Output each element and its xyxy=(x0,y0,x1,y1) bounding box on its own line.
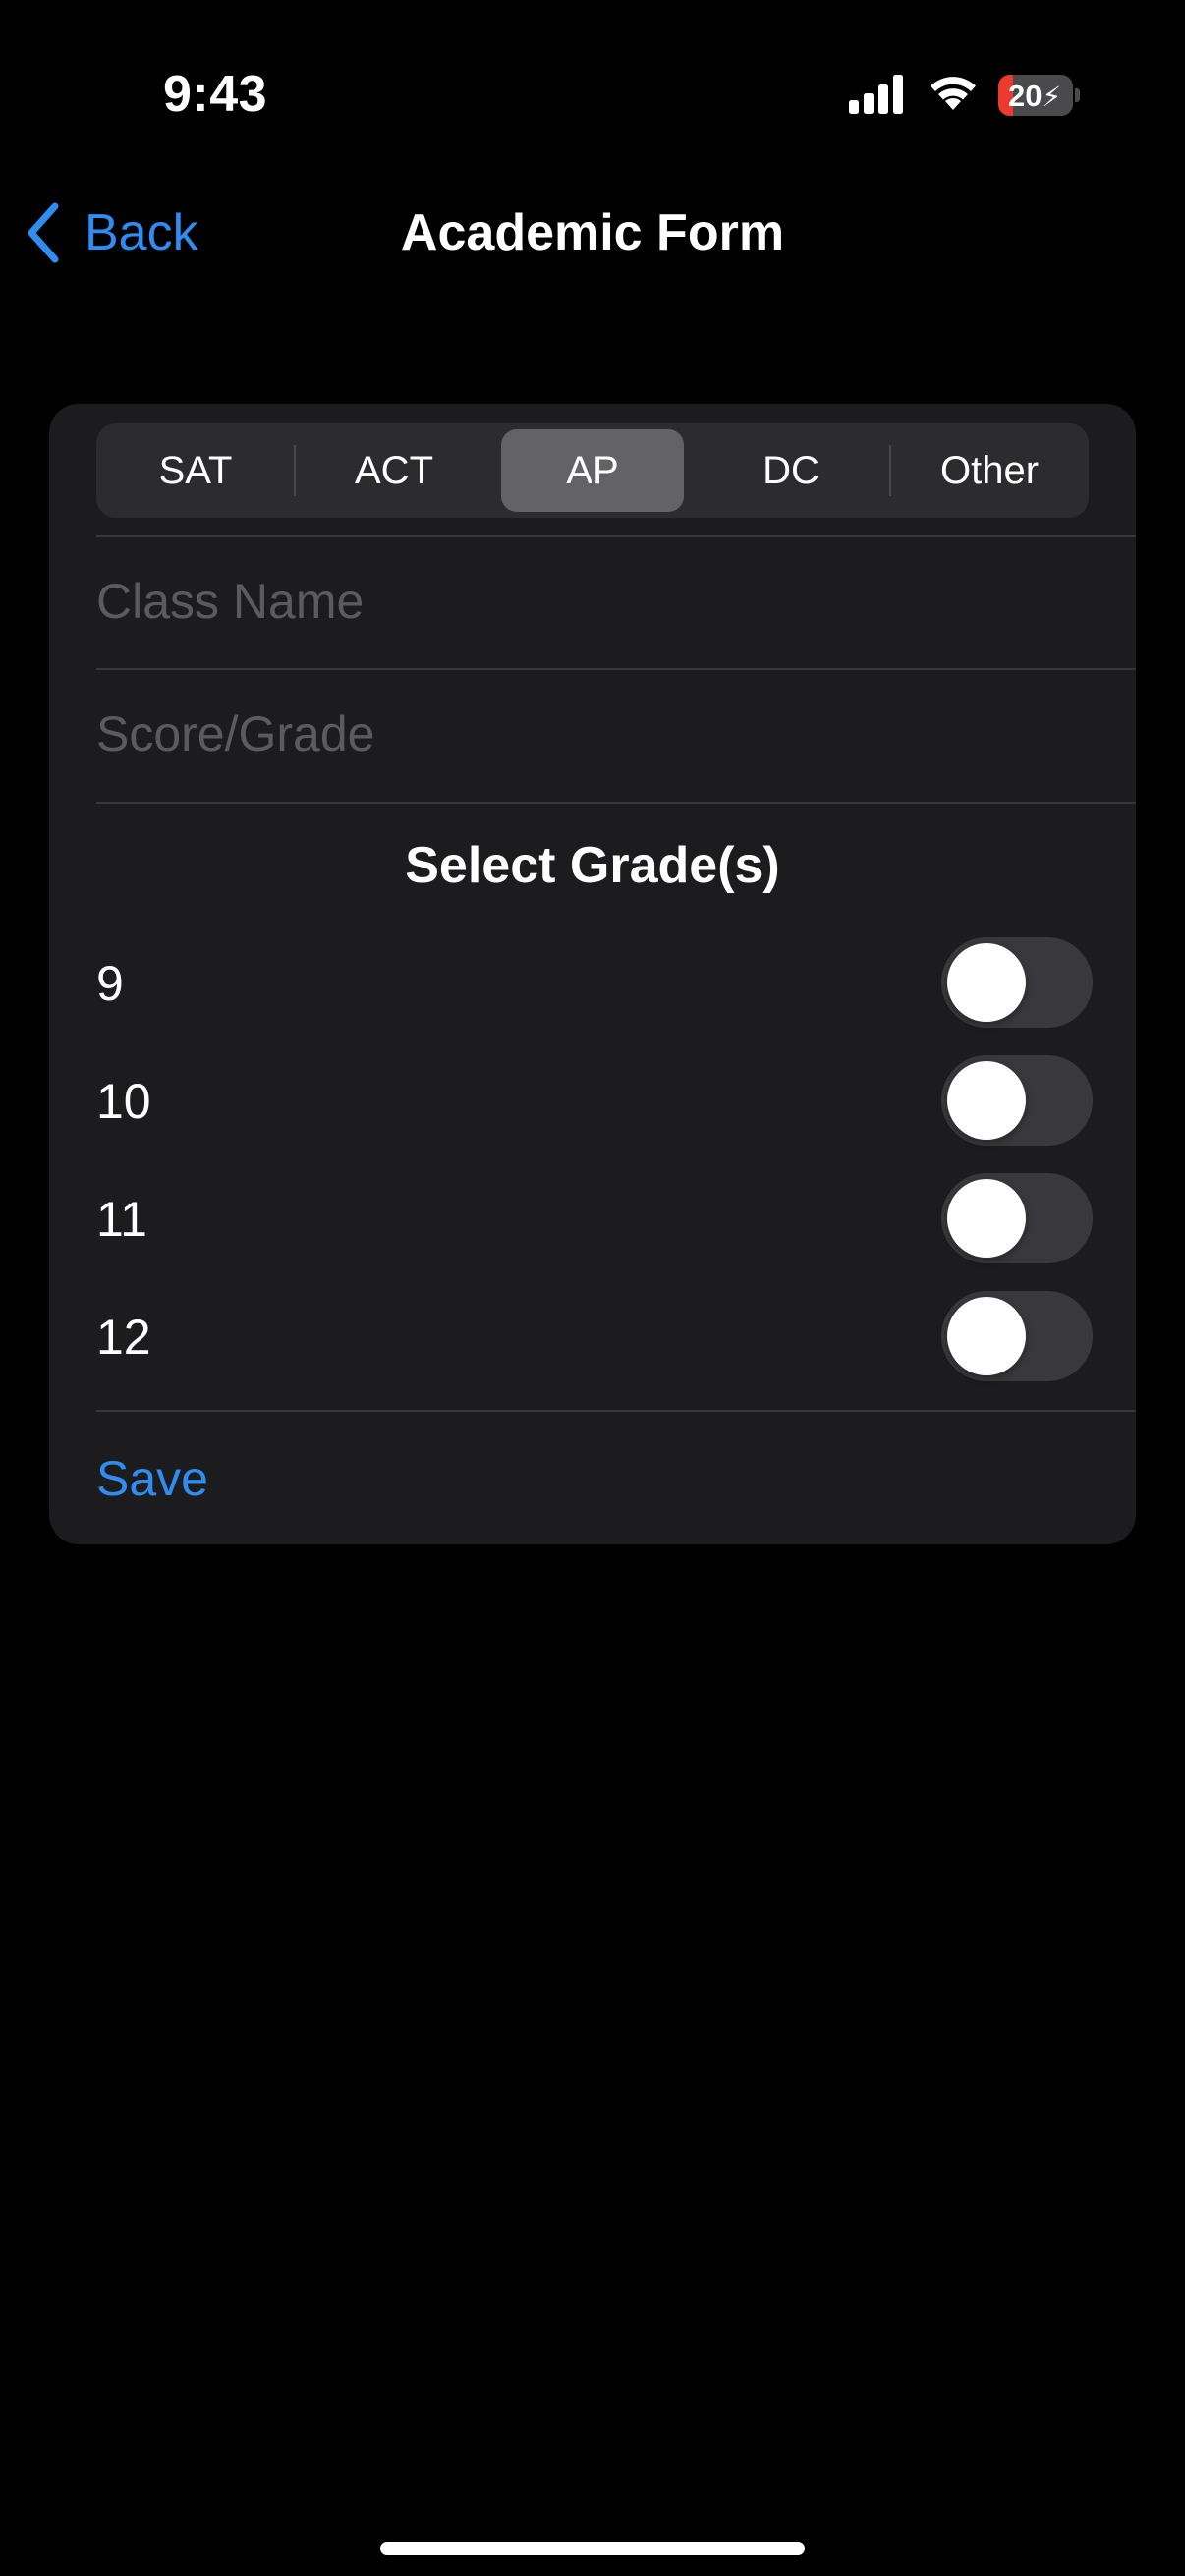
grade-11-toggle[interactable] xyxy=(941,1173,1093,1263)
grade-row-10: 10 xyxy=(49,1043,1136,1161)
grade-label: 9 xyxy=(96,956,124,1011)
grade-label: 10 xyxy=(96,1074,151,1129)
grade-row-12: 12 xyxy=(49,1279,1136,1397)
grade-10-toggle[interactable] xyxy=(941,1055,1093,1146)
class-name-input[interactable] xyxy=(96,537,1118,665)
select-grades-title: Select Grade(s) xyxy=(405,837,780,894)
grade-row-11: 11 xyxy=(49,1161,1136,1279)
grade-label: 11 xyxy=(96,1192,147,1247)
separator xyxy=(96,802,1136,804)
home-indicator[interactable] xyxy=(380,2542,805,2555)
navigation-bar: Back Academic Form xyxy=(0,187,1185,275)
page-title: Academic Form xyxy=(400,204,785,261)
battery-level: 20⚡ xyxy=(1008,79,1062,113)
exam-type-segmented-control: SAT ACT AP DC Other xyxy=(96,423,1089,518)
battery-body: 20⚡ xyxy=(998,75,1073,116)
segment-dc[interactable]: DC xyxy=(692,423,890,518)
battery-nub xyxy=(1075,88,1080,102)
cellular-signal-icon xyxy=(849,75,903,114)
segment-other[interactable]: Other xyxy=(890,423,1089,518)
toggle-knob xyxy=(947,943,1026,1022)
wifi-icon xyxy=(931,77,976,110)
save-button[interactable]: Save xyxy=(96,1450,208,1507)
segment-ap[interactable]: AP xyxy=(501,429,684,512)
status-bar: 9:43 20⚡ xyxy=(0,0,1185,196)
score-grade-input[interactable] xyxy=(96,670,1118,798)
battery-charging-icon: 20⚡ xyxy=(998,75,1081,118)
grade-row-9: 9 xyxy=(49,925,1136,1043)
segment-sat[interactable]: SAT xyxy=(96,423,295,518)
status-time: 9:43 xyxy=(163,66,268,123)
grade-9-toggle[interactable] xyxy=(941,937,1093,1028)
grade-12-toggle[interactable] xyxy=(941,1291,1093,1381)
toggle-knob xyxy=(947,1061,1026,1140)
toggle-knob xyxy=(947,1297,1026,1375)
grade-label: 12 xyxy=(96,1310,151,1365)
academic-form-card: SAT ACT AP DC Other Select Grade(s) 9 10… xyxy=(49,404,1136,1544)
segment-act[interactable]: ACT xyxy=(295,423,493,518)
toggle-knob xyxy=(947,1179,1026,1258)
separator xyxy=(96,1410,1136,1412)
charging-bolt-icon: ⚡ xyxy=(1042,82,1062,112)
